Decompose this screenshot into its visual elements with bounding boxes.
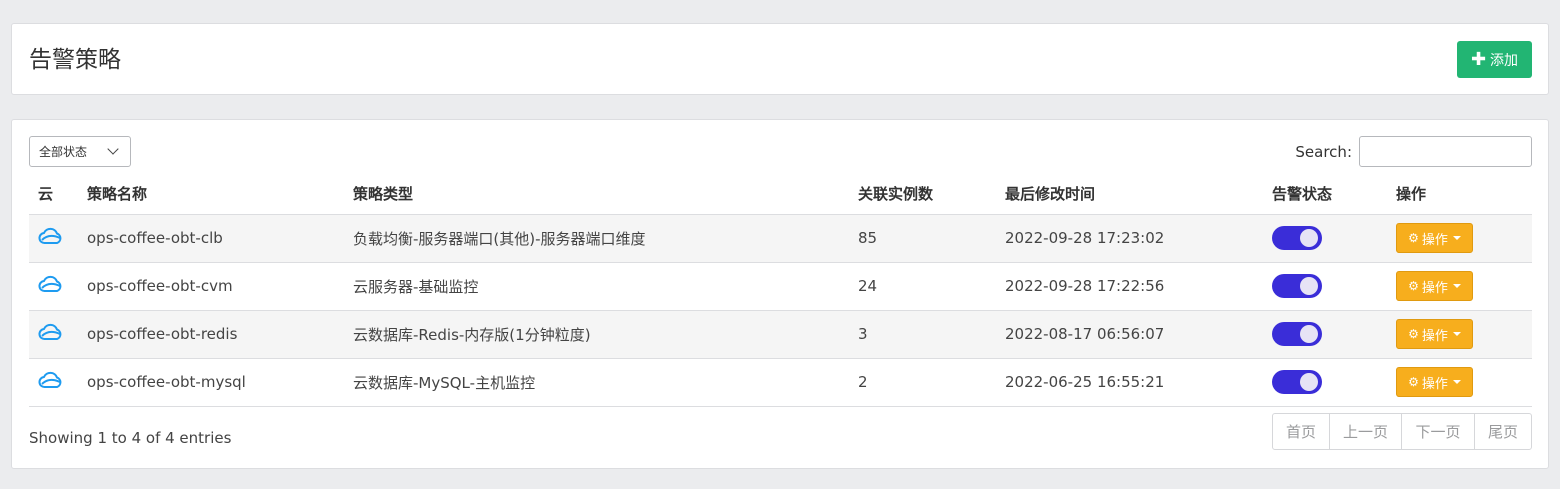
column-header-type[interactable]: 策略类型 <box>353 174 858 215</box>
instance-count: 3 <box>858 310 1005 359</box>
action-label: 操作 <box>1421 376 1448 392</box>
alert-status-toggle[interactable] <box>1272 322 1322 346</box>
table-row: ops-coffee-obt-redis 云数据库-Redis-内存版(1分钟粒度… <box>29 310 1532 359</box>
action-label: 操作 <box>1421 232 1448 248</box>
pagination: 首页 上一页 下一页 尾页 <box>1272 413 1532 450</box>
table-row: ops-coffee-obt-clb 负载均衡-服务器端口(其他)-服务器端口维度… <box>29 214 1532 263</box>
table-header-row: 云 策略名称 策略类型 关联实例数 最后修改时间 告警状态 操作 <box>29 174 1532 215</box>
action-cell: ⚙ 操作 <box>1396 358 1532 407</box>
table-card: 全部状态 Search: 云 策略名称 策略类型 关联实例数 最后修改时间 告警… <box>11 119 1549 469</box>
cloud-cell <box>29 214 87 263</box>
cloud-cell <box>29 310 87 359</box>
search-input[interactable] <box>1359 136 1532 167</box>
action-label: 操作 <box>1421 328 1448 344</box>
action-dropdown-button[interactable]: ⚙ 操作 <box>1396 367 1473 397</box>
action-cell: ⚙ 操作 <box>1396 310 1532 359</box>
add-button[interactable]: ✚ 添加 <box>1457 41 1532 78</box>
pager-prev[interactable]: 上一页 <box>1330 414 1402 449</box>
caret-down-icon <box>1452 332 1461 336</box>
policy-name: ops-coffee-obt-redis <box>87 310 353 359</box>
pager-next[interactable]: 下一页 <box>1402 414 1475 449</box>
cloud-cell <box>29 262 87 311</box>
chevron-down-icon <box>107 143 119 155</box>
cloud-icon <box>38 323 64 345</box>
toggle-knob <box>1300 229 1318 247</box>
policy-name: ops-coffee-obt-clb <box>87 214 353 263</box>
modified-time: 2022-09-28 17:22:56 <box>1005 262 1272 311</box>
alert-status-toggle[interactable] <box>1272 226 1322 250</box>
alert-status-toggle[interactable] <box>1272 370 1322 394</box>
status-cell <box>1272 214 1396 263</box>
cloud-cell <box>29 358 87 407</box>
policy-name: ops-coffee-obt-cvm <box>87 262 353 311</box>
cloud-icon <box>38 227 64 249</box>
policy-name: ops-coffee-obt-mysql <box>87 358 353 407</box>
toggle-knob <box>1300 277 1318 295</box>
caret-down-icon <box>1452 236 1461 240</box>
action-dropdown-button[interactable]: ⚙ 操作 <box>1396 223 1473 253</box>
column-header-status[interactable]: 告警状态 <box>1272 174 1396 215</box>
modified-time: 2022-08-17 06:56:07 <box>1005 310 1272 359</box>
toggle-knob <box>1300 325 1318 343</box>
table-info: Showing 1 to 4 of 4 entries <box>29 429 232 447</box>
table-row: ops-coffee-obt-cvm 云服务器-基础监控 24 2022-09-28 … <box>29 262 1532 311</box>
column-header-action: 操作 <box>1396 174 1532 215</box>
caret-down-icon <box>1452 380 1461 384</box>
search-box: Search: <box>1295 136 1532 167</box>
column-header-cloud[interactable]: 云 <box>29 174 87 215</box>
status-filter-select[interactable]: 全部状态 <box>29 136 131 167</box>
column-header-time[interactable]: 最后修改时间 <box>1005 174 1272 215</box>
status-filter-value: 全部状态 <box>39 145 88 159</box>
action-cell: ⚙ 操作 <box>1396 214 1532 263</box>
plus-icon: ✚ <box>1470 48 1487 70</box>
modified-time: 2022-06-25 16:55:21 <box>1005 358 1272 407</box>
toggle-knob <box>1300 373 1318 391</box>
page-title: 告警策略 <box>29 47 121 73</box>
modified-time: 2022-09-28 17:23:02 <box>1005 214 1272 263</box>
pager-first[interactable]: 首页 <box>1273 414 1330 449</box>
policy-type: 云数据库-MySQL-主机监控 <box>353 358 858 407</box>
status-cell <box>1272 310 1396 359</box>
instance-count: 85 <box>858 214 1005 263</box>
pager-last[interactable]: 尾页 <box>1475 414 1531 449</box>
gears-icon: ⚙ <box>1408 327 1419 341</box>
column-header-name[interactable]: 策略名称 <box>87 174 353 215</box>
cloud-icon <box>38 275 64 297</box>
gears-icon: ⚙ <box>1408 231 1419 245</box>
gears-icon: ⚙ <box>1408 375 1419 389</box>
action-dropdown-button[interactable]: ⚙ 操作 <box>1396 319 1473 349</box>
instance-count: 2 <box>858 358 1005 407</box>
action-dropdown-button[interactable]: ⚙ 操作 <box>1396 271 1473 301</box>
status-cell <box>1272 358 1396 407</box>
search-label: Search: <box>1295 142 1352 161</box>
policy-type: 云数据库-Redis-内存版(1分钟粒度) <box>353 310 858 359</box>
policy-type: 负载均衡-服务器端口(其他)-服务器端口维度 <box>353 214 858 263</box>
cloud-icon <box>38 371 64 393</box>
action-label: 操作 <box>1421 280 1448 296</box>
policy-type: 云服务器-基础监控 <box>353 262 858 311</box>
table-row: ops-coffee-obt-mysql 云数据库-MySQL-主机监控 2 2022… <box>29 358 1532 407</box>
alert-status-toggle[interactable] <box>1272 274 1322 298</box>
caret-down-icon <box>1452 284 1461 288</box>
column-header-count[interactable]: 关联实例数 <box>858 174 1005 215</box>
instance-count: 24 <box>858 262 1005 311</box>
add-button-label: 添加 <box>1490 52 1519 69</box>
action-cell: ⚙ 操作 <box>1396 262 1532 311</box>
status-cell <box>1272 262 1396 311</box>
policy-table: 云 策略名称 策略类型 关联实例数 最后修改时间 告警状态 操作 ops-cof… <box>29 174 1532 407</box>
gears-icon: ⚙ <box>1408 279 1419 293</box>
header-card: 告警策略 ✚ 添加 <box>11 23 1549 95</box>
